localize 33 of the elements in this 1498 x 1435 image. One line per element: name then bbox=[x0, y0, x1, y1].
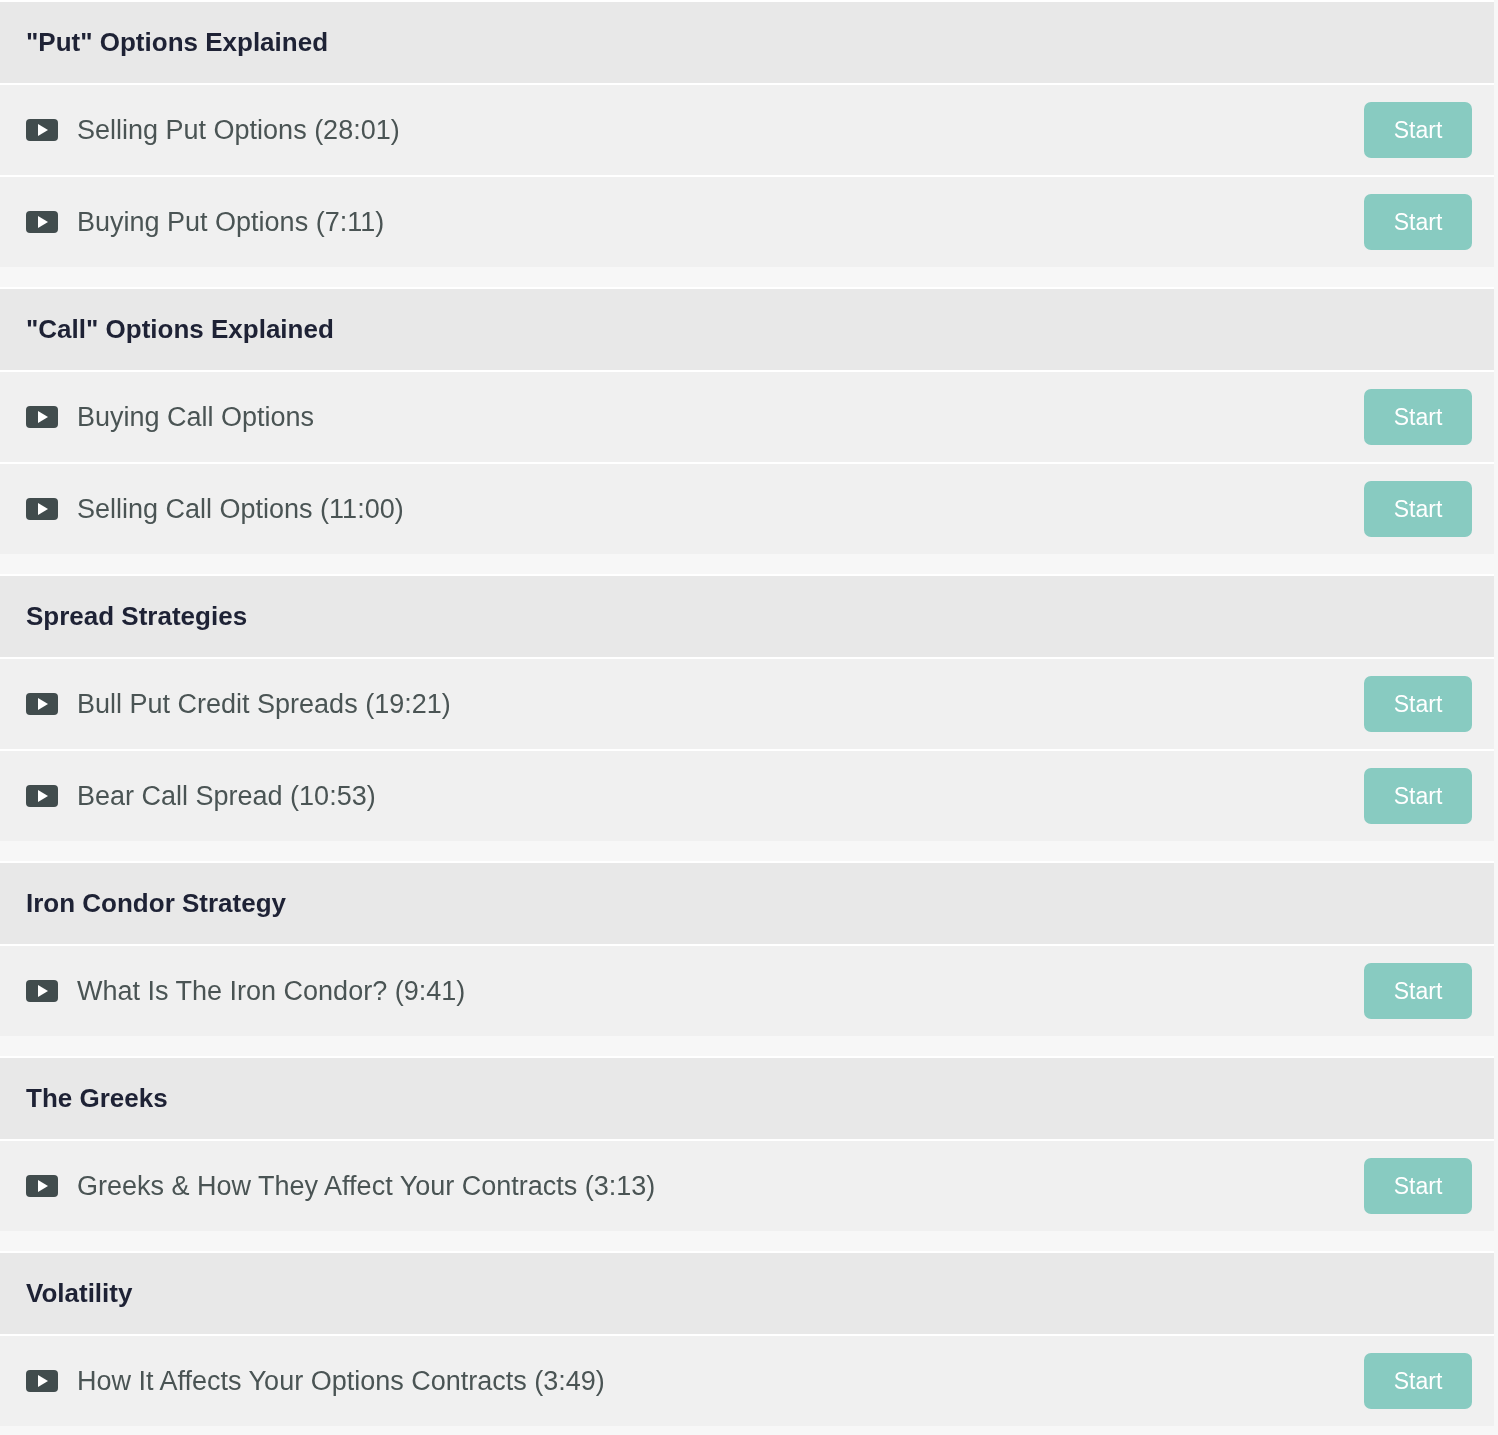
lesson-title: Buying Put Options (7:11) bbox=[77, 205, 386, 239]
section-title: Spread Strategies bbox=[0, 576, 1494, 657]
lesson-title: Selling Put Options (28:01) bbox=[77, 113, 401, 147]
lesson-title: Greeks & How They Affect Your Contracts (3:13) bbox=[77, 1169, 657, 1203]
lesson-title: Buying Call Options bbox=[77, 400, 316, 434]
section-title: The Greeks bbox=[0, 1058, 1494, 1139]
play-icon bbox=[26, 1370, 58, 1392]
section-title: Volatility bbox=[0, 1253, 1494, 1334]
lesson-title: Bear Call Spread (10:53) bbox=[77, 779, 377, 813]
play-icon bbox=[26, 785, 58, 807]
section-title: "Call" Options Explained bbox=[0, 289, 1494, 370]
lesson-title: What Is The Iron Condor? (9:41) bbox=[77, 974, 467, 1008]
lesson-title: How It Affects Your Options Contracts (3:49) bbox=[77, 1364, 606, 1398]
play-icon bbox=[26, 1175, 58, 1197]
play-icon bbox=[26, 211, 58, 233]
start-button[interactable]: Start bbox=[1364, 768, 1472, 824]
section-title: "Put" Options Explained bbox=[0, 2, 1494, 83]
start-button[interactable]: Start bbox=[1364, 1353, 1472, 1409]
start-button[interactable]: Start bbox=[1364, 102, 1472, 158]
start-button[interactable]: Start bbox=[1364, 481, 1472, 537]
start-button[interactable]: Start bbox=[1364, 676, 1472, 732]
lesson-title: Selling Call Options (11:00) bbox=[77, 492, 405, 526]
start-button[interactable]: Start bbox=[1364, 389, 1472, 445]
start-button[interactable]: Start bbox=[1364, 963, 1472, 1019]
play-icon bbox=[26, 980, 58, 1002]
start-button[interactable]: Start bbox=[1364, 194, 1472, 250]
play-icon bbox=[26, 498, 58, 520]
play-icon bbox=[26, 119, 58, 141]
start-button[interactable]: Start bbox=[1364, 1158, 1472, 1214]
lesson-title: Bull Put Credit Spreads (19:21) bbox=[77, 687, 452, 721]
section-title: Iron Condor Strategy bbox=[0, 863, 1494, 944]
play-icon bbox=[26, 693, 58, 715]
play-icon bbox=[26, 406, 58, 428]
